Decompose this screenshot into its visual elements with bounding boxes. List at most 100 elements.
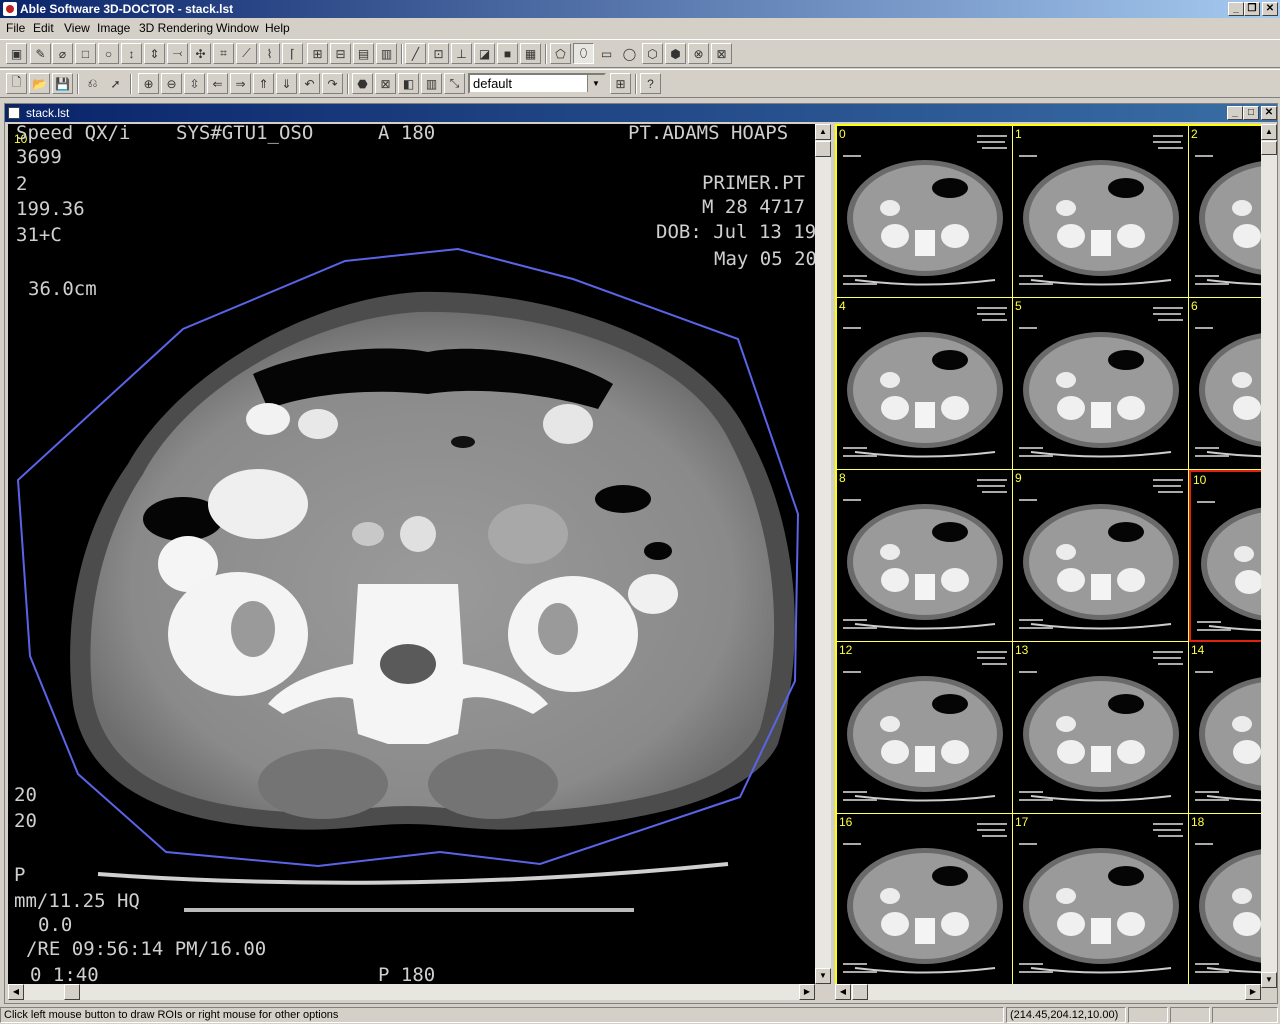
scroll-left-icon[interactable]: ◀ (8, 984, 24, 1000)
calibrate-icon[interactable]: ⤡ (444, 73, 465, 94)
chevron-down-icon[interactable]: ▼ (587, 75, 604, 92)
measure-icon[interactable]: ⊡ (428, 43, 449, 64)
slice-thumbnail[interactable]: 14 (1189, 642, 1261, 814)
fit-window-icon[interactable]: ⊠ (375, 73, 396, 94)
line-icon[interactable]: ╱ (405, 43, 426, 64)
document-icon[interactable] (8, 107, 20, 119)
slice-thumbnail[interactable]: 10 (1189, 470, 1261, 642)
slice-thumbnail[interactable]: 5 (1013, 298, 1189, 470)
roi-rect-icon[interactable]: ▭ (596, 43, 617, 64)
split-icon[interactable]: ⤙ (167, 43, 188, 64)
thumb-scroll-down-icon[interactable]: ▼ (1261, 972, 1277, 988)
thumb-vscroll-thumb[interactable] (1261, 141, 1277, 155)
roi-stack-icon[interactable]: ⊟ (330, 43, 351, 64)
doc-close-button[interactable]: ✕ (1261, 106, 1277, 120)
main-vertical-scrollbar[interactable]: ▲ ▼ (815, 124, 831, 984)
slice-thumbnail[interactable]: 16 (837, 814, 1013, 986)
resize-vertical-icon[interactable]: ⇕ (144, 43, 165, 64)
ellipse-icon[interactable]: ○ (98, 43, 119, 64)
main-vscroll-thumb[interactable] (815, 141, 831, 157)
roi-polygon-icon[interactable]: ⬠ (550, 43, 571, 64)
chart-icon[interactable]: ◪ (474, 43, 495, 64)
menu-window[interactable]: Window (216, 21, 259, 35)
slice-thumbnail[interactable]: 0 (837, 126, 1013, 298)
slice-thumbnail[interactable]: 12 (837, 642, 1013, 814)
close-button[interactable]: ✕ (1262, 2, 1278, 16)
restore-button[interactable]: ❐ (1244, 2, 1260, 16)
roi-edit-icon[interactable]: ⬡ (642, 43, 663, 64)
menu-edit[interactable]: Edit (33, 21, 54, 35)
rotate-right-icon[interactable]: ↷ (322, 73, 343, 94)
context-help-icon[interactable]: ? (640, 73, 661, 94)
trace-icon[interactable]: ⟋ (236, 43, 257, 64)
menu-view[interactable]: View (64, 21, 90, 35)
fit-icon[interactable]: ⇳ (184, 73, 205, 94)
slice-down-icon[interactable]: ⇓ (276, 73, 297, 94)
scroll-down-icon[interactable]: ▼ (815, 968, 831, 984)
menu-file[interactable]: File (6, 21, 25, 35)
menu-image[interactable]: Image (97, 21, 130, 35)
slice-up-icon[interactable]: ⇑ (253, 73, 274, 94)
slice-thumbnail[interactable]: 6 (1189, 298, 1261, 470)
select-roi-icon[interactable]: ▣ (6, 43, 27, 64)
main-horizontal-scrollbar[interactable]: ◀ ▶ (8, 984, 815, 1000)
merge-icon[interactable]: ✣ (190, 43, 211, 64)
doc-minimize-button[interactable]: _ (1227, 106, 1243, 120)
rectangle-icon[interactable]: □ (75, 43, 96, 64)
roi-freehand-icon[interactable]: ⬯ (573, 43, 594, 64)
scroll-right-icon[interactable]: ▶ (799, 984, 815, 1000)
prev-slice-icon[interactable]: ⇐ (207, 73, 228, 94)
eraser-icon[interactable]: ⌀ (52, 43, 73, 64)
menu-help[interactable]: Help (265, 21, 290, 35)
slice-thumbnail[interactable]: 17 (1013, 814, 1189, 986)
rotate-left-icon[interactable]: ↶ (299, 73, 320, 94)
pointer-icon[interactable]: ➚ (105, 73, 126, 94)
roi-remove-icon[interactable]: ⊠ (711, 43, 732, 64)
slice-thumbnail[interactable]: 13 (1013, 642, 1189, 814)
slice-thumbnail[interactable]: 4 (837, 298, 1013, 470)
undo-icon[interactable]: ⎌ (82, 73, 103, 94)
slice-thumbnail[interactable]: 8 (837, 470, 1013, 642)
roi-circle-icon[interactable]: ◯ (619, 43, 640, 64)
thumb-scroll-up-icon[interactable]: ▲ (1261, 124, 1277, 140)
object-icon[interactable]: ⬣ (352, 73, 373, 94)
angle-icon[interactable]: ⊥ (451, 43, 472, 64)
profile-combo[interactable]: default ▼ (468, 73, 606, 94)
apply-profile-icon[interactable]: ⊞ (610, 73, 631, 94)
save-icon[interactable]: 💾 (52, 73, 73, 94)
smooth-icon[interactable]: ⌇ (259, 43, 280, 64)
next-slice-icon[interactable]: ⇒ (230, 73, 251, 94)
app-icon[interactable] (3, 2, 17, 16)
slice-thumbnail[interactable]: 1 (1013, 126, 1189, 298)
scroll-up-icon[interactable]: ▲ (815, 124, 831, 140)
doc-maximize-button[interactable]: □ (1243, 106, 1259, 120)
thumb-hscroll-thumb[interactable] (852, 984, 868, 1000)
histogram-icon[interactable]: ▥ (376, 43, 397, 64)
thumb-scroll-right-icon[interactable]: ▶ (1245, 984, 1261, 1000)
bar-chart-icon[interactable]: ▦ (520, 43, 541, 64)
zoom-out-icon[interactable]: ⊖ (161, 73, 182, 94)
draw-pen-icon[interactable]: ✎ (30, 43, 51, 64)
minimize-button[interactable]: _ (1228, 2, 1244, 16)
thumb-scroll-left-icon[interactable]: ◀ (835, 984, 851, 1000)
thumb-vertical-scrollbar[interactable]: ▲ ▼ (1261, 124, 1277, 988)
fill-icon[interactable]: ■ (497, 43, 518, 64)
slice-thumbnail[interactable]: 2 (1189, 126, 1261, 298)
frame-icon[interactable]: ▤ (353, 43, 374, 64)
thumb-horizontal-scrollbar[interactable]: ◀ ▶ (835, 984, 1261, 1000)
main-image-view[interactable]: 10 Speed QX/i 3699 2 199.36 31+C 36.0cm … (8, 124, 815, 984)
boundary-icon[interactable]: ⌈ (282, 43, 303, 64)
new-file-icon[interactable]: 🗋 (6, 73, 27, 94)
main-hscroll-thumb[interactable] (64, 984, 80, 1000)
menu-3d-rendering[interactable]: 3D Rendering (139, 21, 213, 35)
roi-delete-vertex-icon[interactable]: ⬢ (665, 43, 686, 64)
contrast-icon[interactable]: ◧ (398, 73, 419, 94)
crop-icon[interactable]: ⌗ (213, 43, 234, 64)
open-folder-icon[interactable]: 📂 (29, 73, 50, 94)
grid-icon[interactable]: ⊞ (307, 43, 328, 64)
slice-thumbnail[interactable]: 9 (1013, 470, 1189, 642)
ct-slice-image[interactable] (8, 124, 815, 984)
roi-clear-icon[interactable]: ⊗ (688, 43, 709, 64)
move-vertical-icon[interactable]: ↕ (121, 43, 142, 64)
slice-thumbnail-grid[interactable]: 0 1 2 4 5 6 8 9 10 12 13 14 16 17 18 (835, 124, 1263, 988)
